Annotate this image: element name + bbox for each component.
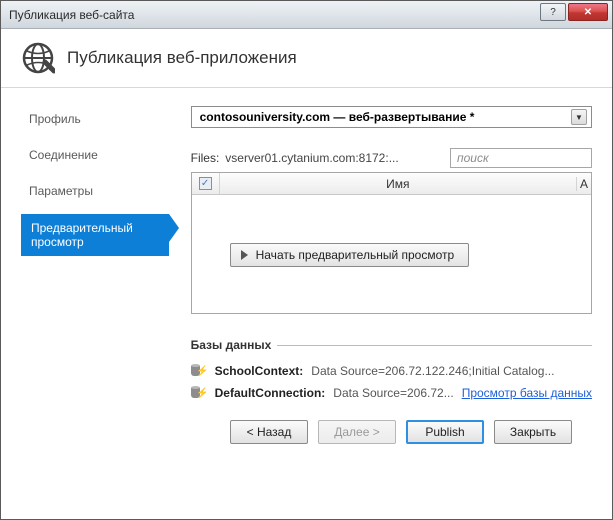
databases-legend: Базы данных <box>191 338 592 352</box>
search-placeholder: поиск <box>457 151 489 165</box>
nav-connection[interactable]: Соединение <box>21 142 169 168</box>
db-connstr: Data Source=206.72... <box>333 386 453 400</box>
divider <box>277 345 592 346</box>
close-button[interactable]: Закрыть <box>494 420 572 444</box>
help-button[interactable]: ? <box>540 3 566 21</box>
play-icon <box>241 250 248 260</box>
window-title: Публикация веб-сайта <box>9 8 134 22</box>
db-preview-link[interactable]: Просмотр базы данных <box>462 386 592 400</box>
file-grid: Имя А Начать предварительный просмотр <box>191 172 592 314</box>
wizard-sidebar: Профиль Соединение Параметры Предварител… <box>21 106 169 505</box>
nav-preview[interactable]: Предварительный просмотр <box>21 214 169 256</box>
nav-profile[interactable]: Профиль <box>21 106 169 132</box>
database-icon: ⚡ <box>191 386 207 400</box>
profile-row: contosouniversity.com — веб-развертывани… <box>191 106 592 128</box>
publish-button[interactable]: Publish <box>406 420 484 444</box>
titlebar: Публикация веб-сайта ? ✕ <box>1 1 612 29</box>
profile-dropdown-value: contosouniversity.com — веб-развертывани… <box>200 110 571 124</box>
start-preview-button[interactable]: Начать предварительный просмотр <box>230 243 470 267</box>
files-target: vserver01.cytanium.com:8172:... <box>225 151 444 165</box>
chevron-down-icon: ▼ <box>571 109 587 125</box>
window-controls: ? ✕ <box>540 3 608 21</box>
wizard-header: Публикация веб-приложения <box>1 29 612 88</box>
close-window-button[interactable]: ✕ <box>568 3 608 21</box>
back-button[interactable]: < Назад <box>230 420 308 444</box>
wizard-title: Публикация веб-приложения <box>67 48 297 68</box>
wizard-body: Профиль Соединение Параметры Предварител… <box>1 88 612 519</box>
grid-header: Имя А <box>192 173 591 195</box>
checkbox-icon <box>199 177 212 190</box>
grid-col-last[interactable]: А <box>577 177 591 191</box>
files-row: Files: vserver01.cytanium.com:8172:... п… <box>191 148 592 168</box>
wizard-footer: < Назад Далее > Publish Закрыть <box>191 408 592 456</box>
databases-section: Базы данных ⚡ SchoolContext: Data Source… <box>191 338 592 408</box>
next-button: Далее > <box>318 420 396 444</box>
start-preview-label: Начать предварительный просмотр <box>256 248 455 262</box>
search-input[interactable]: поиск <box>450 148 592 168</box>
db-name: SchoolContext: <box>215 364 304 378</box>
grid-checkall[interactable] <box>192 173 220 194</box>
wizard-main: contosouniversity.com — веб-развертывани… <box>169 106 592 505</box>
grid-body: Начать предварительный просмотр <box>192 195 591 313</box>
db-connstr: Data Source=206.72.122.246;Initial Catal… <box>311 364 554 378</box>
globe-icon <box>21 41 55 75</box>
db-name: DefaultConnection: <box>215 386 326 400</box>
database-icon: ⚡ <box>191 364 207 378</box>
db-row-schoolcontext: ⚡ SchoolContext: Data Source=206.72.122.… <box>191 364 592 378</box>
dialog-window: Публикация веб-сайта ? ✕ Публикация веб-… <box>0 0 613 520</box>
grid-col-name[interactable]: Имя <box>220 177 577 191</box>
nav-settings[interactable]: Параметры <box>21 178 169 204</box>
files-label: Files: <box>191 151 220 165</box>
databases-legend-text: Базы данных <box>191 338 272 352</box>
db-row-defaultconnection: ⚡ DefaultConnection: Data Source=206.72.… <box>191 386 592 400</box>
profile-dropdown[interactable]: contosouniversity.com — веб-развертывани… <box>191 106 592 128</box>
